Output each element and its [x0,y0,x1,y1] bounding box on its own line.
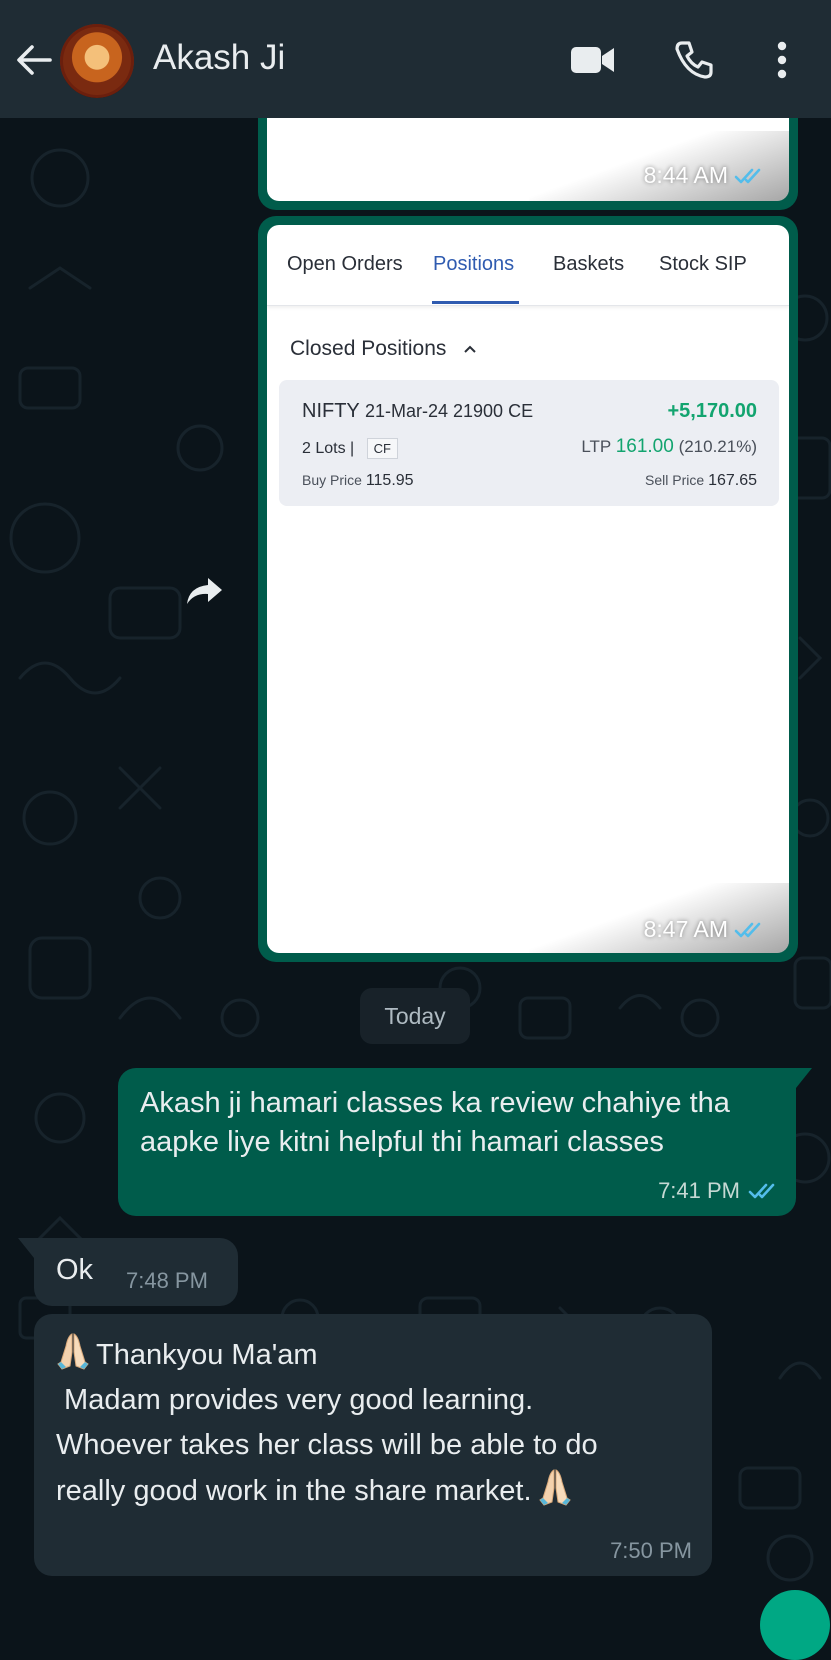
section-title: Closed Positions [290,337,447,360]
message-line: Thankyou Ma'am [56,1332,696,1378]
position-ltp: LTP 161.00 (210.21%) [581,436,757,458]
scroll-to-bottom-button[interactable] [760,1590,830,1660]
folded-hands-emoji-icon [538,1469,571,1506]
incoming-message[interactable]: Thankyou Ma'am Madam provides very good … [34,1314,712,1576]
image-message-2[interactable]: Open Orders Positions Baskets Stock SIP … [258,216,798,962]
message-text: Ok [56,1254,94,1286]
message-meta: 8:47 AM [644,916,768,943]
message-time: 7:48 PM [126,1268,208,1293]
video-call-icon[interactable] [570,44,616,76]
bubble-tail [796,1068,812,1088]
tab-open-orders: Open Orders [287,253,403,275]
message-text: Thankyou Ma'am Madam provides very good … [56,1332,696,1514]
bubble-tail [18,1238,34,1258]
expiry-strike: 21-Mar-24 21900 CE [364,401,534,421]
avatar-frame [60,24,134,98]
symbol: NIFTY [302,400,360,422]
line-4: really good work in the share market. [56,1475,532,1507]
avatar[interactable] [60,24,134,98]
line-1: Thankyou Ma'am [96,1339,318,1371]
folded-hands-emoji-icon [57,1333,89,1370]
message-line: really good work in the share market. [56,1468,696,1514]
position-card: NIFTY 21-Mar-24 21900 CE +5,170.00 2 Lot… [279,380,779,506]
line-3: Whoever takes her class will be able to … [56,1429,598,1461]
message-time: 7:50 PM [610,1538,692,1563]
buy-label: Buy Price [302,472,362,488]
buy-price: Buy Price 115.95 [302,472,414,490]
read-receipt-icon [734,168,761,183]
chat-header: Akash Ji [0,0,831,118]
back-arrow-icon[interactable] [14,40,54,80]
lots-value: 2 Lots | [302,440,355,457]
more-options-icon[interactable] [772,40,792,80]
tab-stock-sip: Stock SIP [659,253,747,275]
closed-positions-header: Closed Positions [290,337,476,361]
ltp-change: (210.21%) [678,437,757,456]
voice-call-icon[interactable] [674,40,714,80]
position-lots: 2 Lots | CF [302,438,398,459]
sell-label: Sell Price [645,472,705,488]
position-pnl: +5,170.00 [667,400,757,422]
ltp-value: 161.00 [615,436,674,457]
chevron-up-icon [464,346,476,354]
sell-price: Sell Price 167.65 [645,472,757,490]
orders-tabbar: Open Orders Positions Baskets Stock SIP [267,225,789,306]
active-tab-indicator [432,301,519,304]
read-receipt-icon [748,1183,775,1199]
contact-name[interactable]: Akash Ji [153,38,285,78]
read-receipt-icon [734,922,761,937]
outgoing-message[interactable]: Akash ji hamari classes ka review chahiy… [118,1068,796,1216]
tab-baskets: Baskets [553,253,625,275]
message-time: 8:47 AM [643,916,728,942]
message-meta: 8:44 AM [644,162,768,189]
image-message-1[interactable]: 8:44 AM [258,118,798,210]
ltp-label: LTP [581,437,611,456]
message-text: Akash ji hamari classes ka review chahiy… [140,1087,730,1158]
cf-badge: CF [366,438,398,459]
line-2: Madam provides very good learning. [56,1384,534,1416]
message-meta: 7:41 PM [658,1178,782,1204]
message-time: 7:41 PM [658,1178,740,1203]
date-divider: Today [360,988,470,1044]
message-time: 8:44 AM [643,162,728,188]
incoming-message[interactable]: Ok 7:48 PM [34,1238,238,1306]
tab-positions: Positions [433,253,515,275]
forward-icon[interactable] [182,568,228,614]
image-preview[interactable]: Open Orders Positions Baskets Stock SIP … [267,225,789,953]
sell-value: 167.65 [708,472,757,489]
buy-value: 115.95 [365,472,414,489]
position-symbol: NIFTY 21-Mar-24 21900 CE [302,400,533,423]
